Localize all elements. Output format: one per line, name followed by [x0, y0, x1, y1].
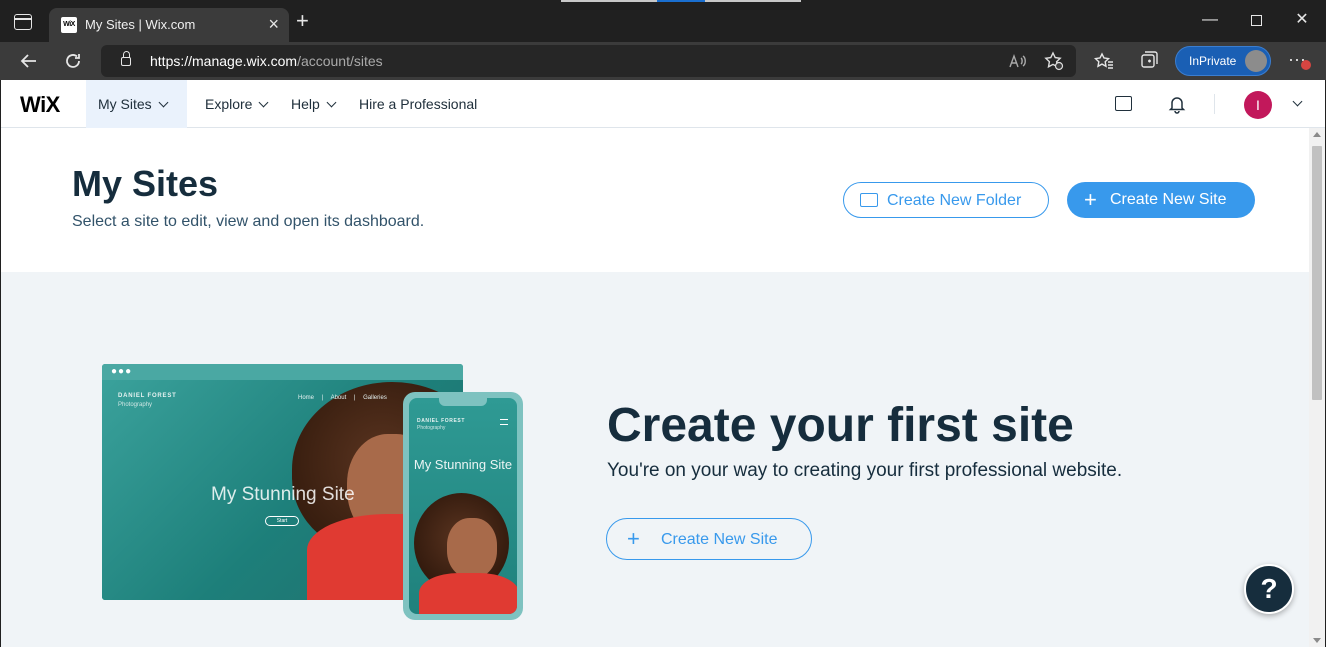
nav-my-sites-label: My Sites [98, 96, 152, 112]
wix-logo[interactable]: WiX [20, 92, 60, 118]
tab-indicator [561, 0, 657, 2]
minimize-button[interactable]: — [1200, 10, 1220, 30]
sidebar-icon[interactable] [14, 14, 32, 30]
new-tab-button[interactable]: + [296, 10, 309, 32]
scroll-thumb[interactable] [1312, 146, 1322, 400]
wix-top-nav: WiX My Sites Explore Help Hire a Profess… [1, 80, 1325, 128]
favorites-icon[interactable] [1092, 49, 1116, 73]
preview-window-bar: ●●● [102, 364, 463, 380]
add-favorite-icon[interactable] [1042, 49, 1066, 73]
empty-state-subtitle: You're on your way to creating your firs… [607, 460, 1123, 481]
page: WiX My Sites Explore Help Hire a Profess… [1, 80, 1325, 647]
create-first-site-button[interactable]: + Create New Site [606, 518, 812, 560]
tab-indicator-active [657, 0, 705, 2]
page-subtitle: Select a site to edit, view and open its… [72, 213, 425, 230]
inprivate-button[interactable]: InPrivate [1175, 46, 1271, 76]
wix-favicon-icon: WiX [61, 17, 77, 33]
phone-notch [439, 398, 487, 406]
phone-brand: DANIEL FOREST [417, 418, 465, 424]
phone-photo-jacket [419, 573, 517, 614]
bell-icon[interactable] [1167, 94, 1187, 114]
chevron-down-icon [158, 97, 169, 108]
preview-brand: DANIEL FOREST [118, 393, 177, 399]
url-text: https://manage.wix.com/account/sites [150, 53, 383, 69]
empty-state-title: Create your first site [607, 399, 1074, 452]
preview-button: Start [265, 516, 299, 526]
scroll-down-icon[interactable] [1313, 638, 1321, 643]
tab-title: My Sites | Wix.com [85, 17, 196, 32]
window-dots-icon: ●●● [111, 366, 133, 377]
help-icon[interactable]: ? [1244, 564, 1294, 614]
maximize-button[interactable] [1251, 15, 1262, 26]
tab-indicator [705, 0, 801, 2]
phone-photo-face [447, 518, 497, 578]
collections-icon[interactable] [1136, 49, 1160, 73]
address-bar[interactable]: https://manage.wix.com/account/sites [101, 45, 1076, 77]
create-first-site-label: Create New Site [661, 531, 778, 548]
phone-headline: My Stunning Site [413, 457, 513, 472]
nav-help-label: Help [291, 96, 320, 112]
notification-badge [1301, 60, 1311, 70]
profile-avatar-icon [1245, 50, 1267, 72]
page-title: My Sites [72, 163, 219, 204]
refresh-icon[interactable] [61, 49, 85, 73]
preview-brand-sub: Photography [118, 402, 153, 408]
back-icon[interactable] [17, 49, 41, 73]
vertical-scrollbar[interactable] [1309, 128, 1325, 647]
scroll-up-icon[interactable] [1313, 132, 1321, 137]
nav-explore-label: Explore [205, 96, 253, 112]
nav-explore[interactable]: Explore [193, 80, 279, 128]
mobile-site-preview: DANIEL FOREST Photography My Stunning Si… [403, 392, 523, 620]
nav-divider [1214, 94, 1215, 114]
browser-toolbar: https://manage.wix.com/account/sites InP… [0, 42, 1326, 80]
inprivate-label: InPrivate [1189, 54, 1237, 68]
phone-screen: DANIEL FOREST Photography My Stunning Si… [409, 398, 517, 614]
plus-icon: + [627, 526, 640, 551]
chevron-down-icon [326, 97, 337, 108]
nav-hire-professional[interactable]: Hire a Professional [347, 80, 489, 128]
phone-brand-sub: Photography [417, 425, 446, 431]
nav-help[interactable]: Help [279, 80, 347, 128]
nav-my-sites[interactable]: My Sites [86, 80, 187, 128]
user-avatar[interactable]: I [1244, 91, 1272, 119]
create-folder-button[interactable]: Create New Folder [843, 182, 1049, 218]
plus-icon: + [1084, 187, 1097, 212]
create-site-label: Create New Site [1110, 191, 1227, 208]
read-aloud-icon[interactable] [1005, 49, 1029, 73]
page-header: My Sites Select a site to edit, view and… [1, 128, 1309, 272]
close-window-button[interactable]: ✕ [1292, 10, 1312, 30]
browser-tab[interactable]: WiX My Sites | Wix.com × [49, 8, 289, 42]
tab-close-icon[interactable]: × [268, 14, 279, 34]
browser-tabbar: WiX My Sites | Wix.com × + — ✕ [0, 0, 1326, 42]
create-folder-label: Create New Folder [887, 192, 1022, 209]
hamburger-icon [500, 419, 508, 425]
preview-headline: My Stunning Site [211, 484, 355, 505]
chat-icon[interactable] [1115, 96, 1132, 111]
lock-icon [121, 51, 131, 66]
create-site-button[interactable]: + Create New Site [1067, 182, 1255, 218]
folder-plus-icon [860, 193, 878, 207]
preview-menu: Home | About | Galleries [298, 395, 387, 401]
chevron-down-icon [259, 97, 269, 108]
chevron-down-icon[interactable] [1292, 96, 1303, 107]
preview-button-label: Start [276, 518, 288, 524]
